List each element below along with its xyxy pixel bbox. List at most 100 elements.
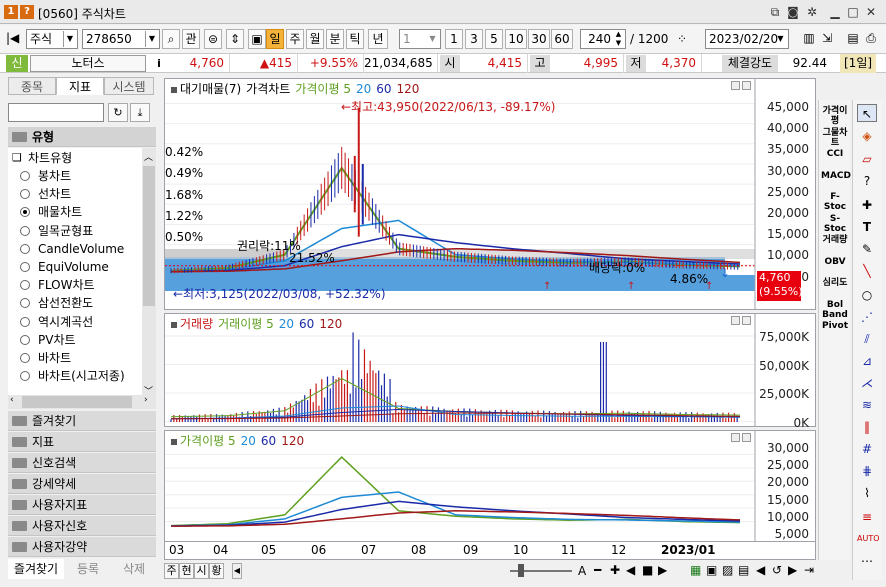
period-year[interactable]: 년 [368, 29, 388, 49]
scroll-left-icon[interactable]: ‹ [10, 395, 14, 405]
scroll-thumb[interactable] [143, 166, 155, 306]
indicator-tool[interactable]: 가격이평 [821, 106, 849, 126]
eraser-icon[interactable]: ◈ [857, 127, 877, 145]
panel-close-icon[interactable] [742, 433, 751, 442]
section-type[interactable]: 유형 [8, 127, 156, 147]
radio-button[interactable] [20, 371, 30, 382]
tab-systems[interactable]: 시스템 [104, 77, 154, 95]
maximize-icon[interactable]: □ [846, 5, 860, 19]
app-icon[interactable]: 1 [4, 5, 18, 19]
zoom-slider[interactable] [510, 564, 572, 578]
stop-icon[interactable]: ■ [642, 563, 653, 577]
radio-button[interactable] [20, 243, 30, 254]
indicator-tool[interactable]: 그물차트 [821, 128, 849, 148]
code-input[interactable]: 278650 ▼ [82, 29, 160, 49]
scale-tab[interactable]: 주 [164, 563, 179, 579]
cursor-icon[interactable]: ↖ [857, 104, 877, 122]
indicator-tool[interactable]: Pivot [821, 321, 849, 331]
category-item[interactable]: 지표 [8, 432, 156, 452]
tree-hscrollbar[interactable]: ‹ › [8, 395, 156, 409]
panel-min-icon[interactable] [731, 433, 740, 442]
indicator-tool[interactable]: OBV [821, 257, 849, 267]
radio-button[interactable] [20, 189, 30, 200]
chevron-down-icon[interactable]: ▼ [774, 31, 787, 47]
related-button[interactable]: 관 [182, 29, 200, 49]
prev-icon[interactable]: |◀ [6, 31, 19, 45]
disk-icon[interactable]: ▣ [706, 563, 717, 577]
price-panel[interactable]: 대기매물(7) 가격차트 가격이평 5 20 60 120 ↑ ↑ ↑ ↓ 45,000 40,0… [164, 78, 816, 310]
period-day[interactable]: 일 [266, 29, 284, 49]
indicator-tool[interactable]: F-Stoc [821, 192, 849, 212]
indicator-tool[interactable]: CCI [821, 149, 849, 159]
minimize-icon[interactable]: ▁ [828, 5, 842, 19]
period-tick[interactable]: 틱 [346, 29, 364, 49]
chevron-down-icon[interactable]: ▼ [426, 31, 439, 47]
question-icon[interactable]: ? [857, 172, 877, 190]
interval-30[interactable]: 30 [528, 29, 550, 49]
ma-chart[interactable] [165, 431, 815, 541]
updown-icon[interactable]: ⇕ [226, 29, 244, 49]
category-item[interactable]: 신호검색 [8, 453, 156, 473]
crosshair-icon[interactable]: ✚ [857, 196, 877, 214]
indicator-tool[interactable]: 거래량 [821, 235, 849, 245]
refresh-icon[interactable]: ↻ [108, 103, 128, 122]
radio-button[interactable] [20, 280, 30, 291]
chart-type-item[interactable]: 봉차트 [20, 167, 71, 185]
end-icon[interactable]: ⇥ [804, 563, 814, 577]
text-tool-button[interactable]: A [578, 564, 586, 578]
chart-type-item[interactable]: 삼선전환도 [20, 294, 93, 312]
line-red-icon[interactable]: ╲ [857, 262, 877, 280]
interval-1[interactable]: 1 [445, 29, 463, 49]
back-icon[interactable]: ◀ [626, 563, 635, 577]
circle-icon[interactable]: ○ [857, 286, 877, 304]
link-icon[interactable]: ⧉ [768, 5, 782, 19]
pattern-icon[interactable]: ⋰ [857, 308, 877, 326]
chart-type-item[interactable]: 역시계곡선 [20, 313, 93, 331]
sync-icon[interactable]: ⊜ [204, 29, 222, 49]
chart-type-item[interactable]: 매물차트 [20, 203, 82, 221]
settings-icon[interactable]: ✲ [805, 5, 819, 19]
fan-icon[interactable]: ⋌ [857, 374, 877, 392]
play-icon[interactable]: ▶ [658, 563, 667, 577]
chart-type-item[interactable]: FLOW차트 [20, 276, 95, 294]
interval-select[interactable]: 1 ▼ [399, 29, 441, 49]
tab-stocks[interactable]: 종목 [8, 77, 56, 95]
indicator-tool[interactable]: Bol Band [821, 300, 849, 320]
forward-icon[interactable]: ▶ [788, 563, 797, 577]
chart-type-item[interactable]: EquiVolume [20, 258, 109, 276]
search-icon[interactable]: ⌕ [162, 29, 180, 49]
ma-panel[interactable]: 가격이평 5 20 60 120 30,000 25,000 20,000 15,000 10… [164, 430, 816, 542]
save-icon[interactable]: ▤ [844, 29, 862, 49]
category-item[interactable]: 강세약세 [8, 474, 156, 494]
zoom-in-icon[interactable]: ✚ [610, 563, 620, 577]
indicator-tool[interactable]: 심리도 [821, 278, 849, 288]
chart-type-item[interactable]: 일목균형표 [20, 222, 93, 240]
panel-min-icon[interactable] [731, 316, 740, 325]
indicator-search-input[interactable] [8, 103, 104, 122]
image-icon[interactable]: ▨ [722, 563, 733, 577]
fibo-icon[interactable]: ≡ [857, 508, 877, 526]
scale-tab[interactable]: 황 [209, 563, 224, 579]
interval-5[interactable]: 5 [485, 29, 503, 49]
radio-button[interactable] [20, 316, 30, 327]
scroll-up-icon[interactable]: ︿ [144, 150, 153, 163]
date-picker[interactable]: 2023/02/20 ▼ [705, 29, 789, 49]
auto-icon[interactable]: AUTO [857, 530, 880, 548]
help-icon[interactable]: ? [20, 5, 34, 19]
radio-button[interactable] [20, 207, 30, 218]
chart-type-item[interactable]: 바차트(시고저종) [20, 367, 125, 385]
grid-icon[interactable]: ⁘ [677, 32, 687, 46]
panel-min-icon[interactable] [731, 81, 740, 90]
chart-type-item[interactable]: PV차트 [20, 331, 76, 349]
rewind-icon[interactable]: ◀ [756, 563, 765, 577]
lock-icon[interactable]: ▣ [248, 29, 266, 49]
wave-icon[interactable]: ⌇ [857, 484, 877, 502]
reset-icon[interactable]: ↺ [772, 563, 782, 577]
tab-indicators[interactable]: 지표 [56, 77, 104, 95]
text-icon[interactable]: T [857, 218, 877, 236]
volume-panel[interactable]: 거래량 거래이평 5 20 60 120 75,000K 50,000K 25,000K 0K [164, 313, 816, 430]
drag-icon[interactable]: ⇲ [818, 29, 836, 49]
chart-type-item[interactable]: 바차트 [20, 349, 71, 367]
indicator-tool[interactable]: MACD [821, 171, 851, 181]
chevron-down-icon[interactable]: ▼ [63, 31, 76, 47]
